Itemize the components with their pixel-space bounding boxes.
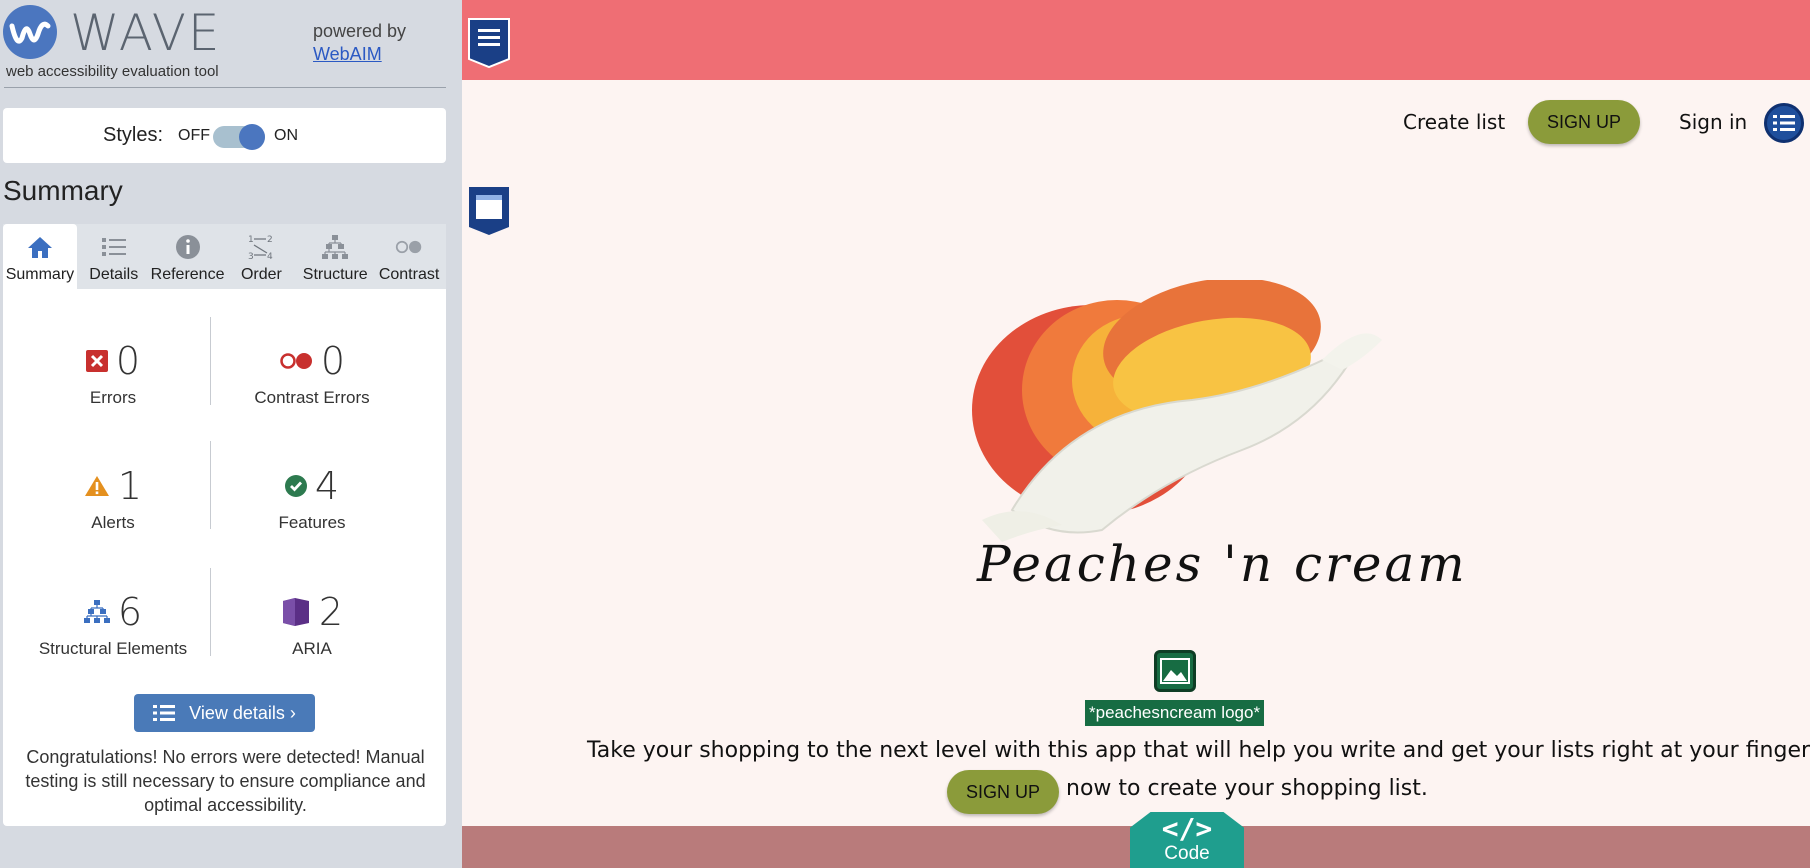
styles-off-label: OFF <box>178 127 210 144</box>
aria-icon <box>282 598 309 626</box>
create-list-link[interactable]: Create list <box>1403 110 1505 134</box>
aria-label: ARIA <box>292 639 332 658</box>
list-icon <box>100 234 128 260</box>
alert-icon <box>84 476 109 496</box>
header-divider <box>4 87 446 88</box>
alerts-count: 1 <box>117 464 143 508</box>
structure-icon <box>321 234 349 260</box>
contrast-icon <box>395 234 423 260</box>
svg-text:1: 1 <box>248 235 254 245</box>
congrats-message: Congratulations! No errors were detected… <box>25 747 426 815</box>
stat-aria: 2 ARIA <box>212 590 412 659</box>
summary-panel: 0 Errors 0 Contrast Errors 1 Alerts 4 Fe… <box>3 289 446 826</box>
signup-inline-button[interactable]: SIGN UP <box>947 770 1059 814</box>
structural-count: 6 <box>117 590 143 634</box>
features-label: Features <box>278 513 346 532</box>
stat-contrast-errors: 0 Contrast Errors <box>212 339 412 408</box>
signup-now-text: now to create your shopping list. <box>1066 776 1428 801</box>
alt-text-badge: *peachesncream logo* <box>1085 700 1265 726</box>
list-icon <box>153 705 176 721</box>
wave-region-icon[interactable] <box>467 185 511 237</box>
code-label: Code <box>1164 843 1210 864</box>
stat-alerts: 1 Alerts <box>13 464 213 533</box>
aria-count: 2 <box>318 590 344 634</box>
stat-features: 4 Features <box>212 464 412 533</box>
contrast-error-icon <box>280 353 312 369</box>
errors-label: Errors <box>89 388 137 407</box>
logo-script-text: Peaches 'n cream <box>977 535 1468 593</box>
structural-icon <box>83 600 110 623</box>
evaluated-page: Create list SIGN UP Sign in Peaches 'n c… <box>462 0 1810 868</box>
tab-label: Reference <box>150 266 225 283</box>
styles-label: Styles: <box>103 124 164 146</box>
wave-list-icon[interactable] <box>1764 103 1804 143</box>
svg-text:3: 3 <box>248 252 254 261</box>
alerts-label: Alerts <box>91 513 135 532</box>
contrast-errors-count: 0 <box>320 339 346 383</box>
top-banner <box>462 0 1810 80</box>
powered-by-text: powered by <box>313 21 407 41</box>
webaim-link[interactable]: WebAIM <box>313 44 382 65</box>
structural-label: Structural Elements <box>38 639 188 658</box>
code-toggle-button[interactable]: </> Code <box>1130 812 1244 868</box>
order-icon: 1 2 3 4 <box>247 234 275 261</box>
tab-details[interactable]: Details <box>77 224 151 289</box>
errors-count: 0 <box>115 339 141 383</box>
wave-tagline: web accessibility evaluation tool <box>6 63 219 80</box>
image-alt-icon[interactable] <box>1154 650 1196 692</box>
wave-sidebar: WAVE web accessibility evaluation tool p… <box>0 0 462 868</box>
tab-contrast[interactable]: Contrast <box>372 224 446 289</box>
styles-on-label: ON <box>274 127 298 144</box>
view-details-label: View details › <box>189 702 296 723</box>
styles-toggle-panel: Styles: OFF ON <box>3 108 446 163</box>
wave-header: WAVE web accessibility evaluation tool p… <box>0 0 462 88</box>
wave-tabs: Summary Details Reference 1 2 3 4 Order Str… <box>3 224 446 289</box>
wave-logo-icon <box>3 5 57 59</box>
tab-label: Order <box>240 266 282 283</box>
code-icon: </> <box>1161 812 1213 845</box>
tab-structure[interactable]: Structure <box>298 224 372 289</box>
styles-toggle[interactable] <box>213 124 265 150</box>
summary-heading: Summary <box>3 175 123 206</box>
features-count: 4 <box>314 464 340 508</box>
home-icon <box>26 234 54 260</box>
stat-errors: 0 Errors <box>13 339 213 408</box>
svg-text:2: 2 <box>267 235 273 245</box>
view-details-button[interactable]: View details › <box>134 694 315 732</box>
feature-icon <box>284 475 307 497</box>
tab-label: Contrast <box>378 266 440 283</box>
info-icon <box>174 234 202 260</box>
signup-button[interactable]: SIGN UP <box>1528 100 1640 144</box>
toggle-knob <box>239 124 265 150</box>
tab-label: Summary <box>5 266 75 283</box>
tab-label: Structure <box>302 266 368 283</box>
tab-label: Details <box>89 266 139 283</box>
contrast-errors-label: Contrast Errors <box>254 388 370 407</box>
tab-summary[interactable]: Summary <box>3 224 77 289</box>
stat-structural: 6 Structural Elements <box>13 590 213 659</box>
svg-text:4: 4 <box>267 252 273 261</box>
wave-brand: WAVE <box>70 4 222 62</box>
tab-reference[interactable]: Reference <box>150 224 225 289</box>
tab-order[interactable]: 1 2 3 4 Order <box>224 224 298 289</box>
sign-in-link[interactable]: Sign in <box>1679 110 1747 134</box>
error-icon <box>85 350 108 372</box>
tagline-text: Take your shopping to the next level wit… <box>587 738 1810 763</box>
wave-structure-icon[interactable] <box>467 17 511 69</box>
